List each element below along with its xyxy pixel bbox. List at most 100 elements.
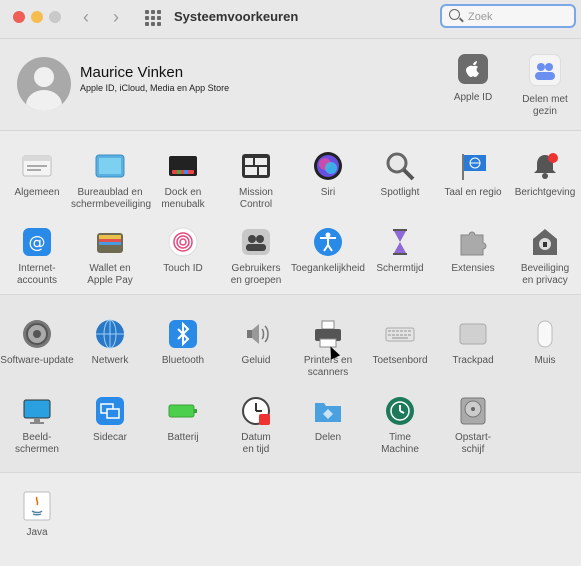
pref-wallet[interactable]: Wallet en Apple Pay: [71, 227, 149, 287]
wallet-icon: [95, 227, 125, 257]
minimize-button[interactable]: [31, 11, 43, 23]
pref-java[interactable]: Java: [0, 491, 76, 539]
top-item-label: Delen met gezin: [522, 94, 568, 117]
titlebar: ‹ › Systeemvoorkeuren: [0, 0, 581, 39]
pref-battery[interactable]: Batterij: [144, 396, 222, 444]
user-name[interactable]: Maurice Vinken: [80, 64, 183, 81]
pref-internet-accounts[interactable]: @ Internet- accounts: [0, 227, 76, 287]
prefs-section-other: Java: [0, 473, 581, 566]
item-label: Internet- accounts: [16, 263, 58, 286]
pref-displays[interactable]: Beeld- schermen: [0, 396, 76, 456]
chevron-right-icon: ›: [113, 7, 119, 27]
pref-startup-disk[interactable]: Opstart- schijf: [434, 396, 512, 456]
pref-keyboard[interactable]: Toetsenbord: [361, 319, 439, 367]
pref-accessibility[interactable]: Toegankelijkheid: [289, 227, 367, 275]
pref-sound[interactable]: Geluid: [217, 319, 295, 367]
touch-id-icon: [168, 227, 198, 257]
pref-siri[interactable]: Siri: [289, 151, 367, 199]
pref-extensions[interactable]: Extensies: [434, 227, 512, 275]
search-input[interactable]: [466, 8, 570, 26]
pref-bluetooth[interactable]: Bluetooth: [144, 319, 222, 367]
spotlight-icon: [385, 151, 415, 181]
pref-touch-id[interactable]: Touch ID: [144, 227, 222, 275]
avatar[interactable]: [17, 57, 71, 111]
prefs-section-hardware: Software-update Netwerk Bluetooth Geluid…: [0, 295, 581, 473]
mission-control-icon: [241, 151, 271, 181]
pref-trackpad[interactable]: Trackpad: [434, 319, 512, 367]
screen-time-icon: [385, 227, 415, 257]
show-all-grid-icon[interactable]: [145, 10, 161, 26]
pref-sharing[interactable]: Delen: [289, 396, 367, 444]
item-label: Datum en tijd: [241, 432, 271, 455]
pref-network[interactable]: Netwerk: [71, 319, 149, 367]
item-label: Bureaublad en schermbeveiliging: [71, 187, 152, 210]
family-sharing-icon: [529, 54, 561, 86]
user-subtitle: Apple ID, iCloud, Media en App Store: [80, 83, 230, 93]
item-label: Taal en regio: [444, 187, 502, 198]
prefs-section-personal: Algemeen Bureaublad en schermbeveiliging…: [0, 131, 581, 295]
item-label: Touch ID: [163, 263, 203, 274]
svg-text:@: @: [29, 233, 46, 253]
pref-time-machine[interactable]: Time Machine: [361, 396, 439, 456]
item-label: Gebruikers en groepen: [230, 263, 282, 286]
pref-language-region[interactable]: Taal en regio: [434, 151, 512, 199]
battery-icon: [168, 396, 198, 426]
item-label: Bluetooth: [161, 355, 205, 366]
item-label: Sidecar: [93, 432, 127, 443]
pref-security-privacy[interactable]: Beveiliging en privacy: [506, 227, 581, 287]
item-label: Muis: [534, 355, 556, 366]
item-label: Geluid: [241, 355, 271, 366]
pref-family-sharing[interactable]: Delen met gezin: [512, 54, 578, 118]
apple-id-icon: [458, 54, 488, 84]
notifications-icon: [530, 151, 560, 181]
pref-mission-control[interactable]: Mission Control: [217, 151, 295, 211]
siri-icon: [313, 151, 343, 181]
back-button[interactable]: ‹: [83, 7, 89, 27]
pref-general[interactable]: Algemeen: [0, 151, 76, 199]
item-label: Delen: [314, 432, 342, 443]
item-label: Batterij: [167, 432, 199, 443]
general-icon: [22, 151, 52, 181]
accessibility-icon: [313, 227, 343, 257]
pref-software-update[interactable]: Software-update: [0, 319, 76, 367]
pref-mouse[interactable]: Muis: [506, 319, 581, 367]
network-icon: [95, 319, 125, 349]
top-item-label: Apple ID: [453, 92, 493, 103]
item-label: Trackpad: [452, 355, 494, 366]
sound-icon: [241, 319, 271, 349]
pref-apple-id[interactable]: Apple ID: [440, 54, 506, 104]
item-label: Opstart- schijf: [454, 432, 492, 455]
pref-dock-menubar[interactable]: Dock en menubalk: [144, 151, 222, 211]
item-label: Berichtgeving: [514, 187, 576, 198]
pref-notifications[interactable]: Berichtgeving: [506, 151, 581, 199]
pref-spotlight[interactable]: Spotlight: [361, 151, 439, 199]
item-label: Time Machine: [381, 432, 419, 455]
extensions-icon: [458, 227, 488, 257]
zoom-button[interactable]: [49, 11, 61, 23]
pref-desktop-screensaver[interactable]: Bureaublad en schermbeveiliging: [71, 151, 152, 211]
item-label: Beveiliging en privacy: [520, 263, 570, 286]
forward-button[interactable]: ›: [113, 7, 119, 27]
java-icon: [22, 491, 52, 521]
users-groups-icon: [241, 227, 271, 257]
bluetooth-icon: [168, 319, 198, 349]
search-icon: [449, 9, 460, 20]
mouse-icon: [530, 319, 560, 349]
pref-sidecar[interactable]: Sidecar: [71, 396, 149, 444]
pref-users-groups[interactable]: Gebruikers en groepen: [217, 227, 295, 287]
security-privacy-icon: [530, 227, 560, 257]
user-account-section: Maurice Vinken Apple ID, iCloud, Media e…: [0, 39, 581, 131]
search-field[interactable]: [440, 4, 576, 28]
close-button[interactable]: [13, 11, 25, 23]
item-label: Mission Control: [239, 187, 273, 210]
pref-screen-time[interactable]: Schermtijd: [361, 227, 439, 275]
date-time-icon: [241, 396, 271, 426]
window-title: Systeemvoorkeuren: [174, 9, 299, 24]
time-machine-icon: [385, 396, 415, 426]
trackpad-icon: [458, 319, 488, 349]
item-label: Schermtijd: [376, 263, 424, 274]
printer-icon: [313, 319, 343, 349]
startup-disk-icon: [458, 396, 488, 426]
displays-icon: [22, 396, 52, 426]
pref-date-time[interactable]: Datum en tijd: [217, 396, 295, 456]
